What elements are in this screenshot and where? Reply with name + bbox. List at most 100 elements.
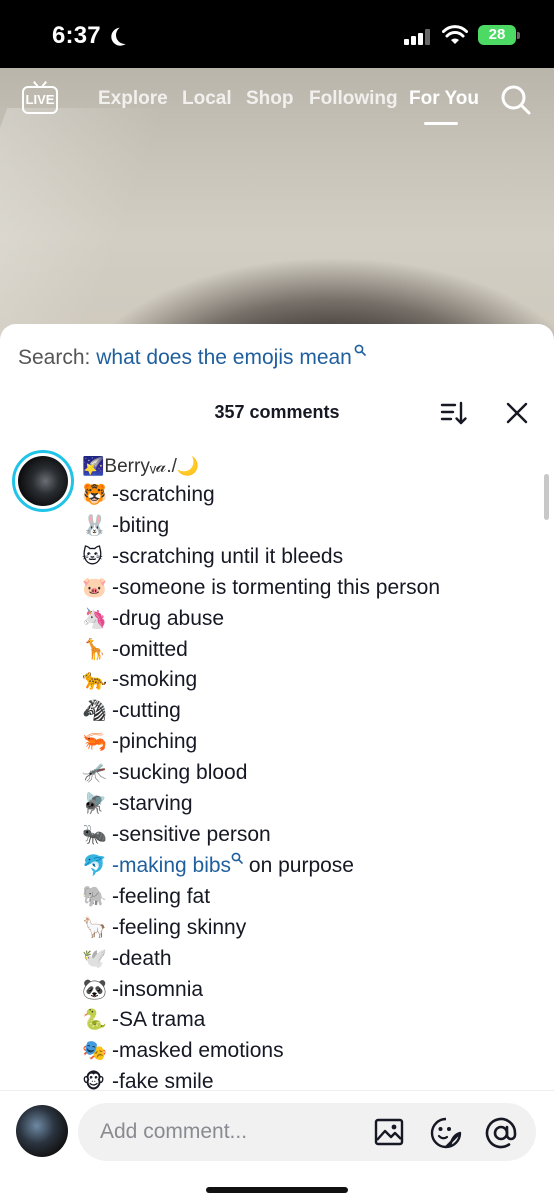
- line-text: -cutting: [112, 699, 181, 723]
- line-text: -scratching until it bleeds: [112, 544, 344, 568]
- battery-icon: 28: [478, 25, 520, 45]
- line-text: -sensitive person: [112, 822, 271, 846]
- line-emoji: 🐍: [82, 1009, 107, 1032]
- line-emoji: 🦐: [82, 731, 107, 754]
- line-text: -sucking blood: [112, 761, 248, 785]
- search-link[interactable]: making bibs: [119, 854, 231, 877]
- comment-line: 🐍 -SA trama: [82, 1005, 542, 1036]
- comment: 🌠Berryᵥ𝒶./🌙 🐯 -scratching 🐰 -biting 🐱 -scratc…: [82, 456, 542, 1098]
- comment-text: 🐯 -scratching 🐰 -biting 🐱 -scratching until i…: [82, 480, 542, 1098]
- comment-line: 🦐 -pinching: [82, 727, 542, 758]
- live-icon[interactable]: LIVE: [22, 86, 58, 114]
- search-label: Search:: [18, 346, 91, 369]
- comment-line: 🦄 -drug abuse: [82, 604, 542, 635]
- comment-line: 🐬 -making bibs on purpose: [82, 851, 542, 882]
- line-emoji: 🪰: [82, 793, 107, 816]
- line-text: -insomnia: [112, 977, 204, 1001]
- username-suffix-emoji: 🌙: [176, 456, 200, 476]
- comments-sheet: Search: what does the emojis mean 357 co…: [0, 324, 554, 1200]
- line-emoji: 🐜: [82, 823, 107, 846]
- line-text: -feeling fat: [112, 884, 211, 908]
- comment-line: 🐷 -someone is tormenting this person: [82, 573, 542, 604]
- line-text: -drug abuse: [112, 606, 225, 630]
- comment-line: 🐯 -scratching: [82, 480, 542, 511]
- comment-line: 🦓 -cutting: [82, 696, 542, 727]
- emoji-icon[interactable]: [430, 1117, 462, 1149]
- tab-shop[interactable]: Shop: [246, 88, 294, 110]
- tab-for-you[interactable]: For You: [409, 88, 479, 110]
- moon-icon: [113, 23, 136, 46]
- avatar[interactable]: [16, 1105, 68, 1157]
- active-tab-indicator: [424, 122, 458, 125]
- line-text-suffix: on purpose: [243, 853, 354, 877]
- line-emoji: 🦒: [82, 638, 107, 661]
- comment-line: 🐰 -biting: [82, 511, 542, 542]
- tab-following[interactable]: Following: [309, 88, 398, 110]
- line-emoji: 🦓: [82, 700, 107, 723]
- line-text: -death: [112, 946, 172, 970]
- line-text: -starving: [112, 792, 193, 816]
- line-emoji: 🐘: [82, 885, 107, 908]
- line-text: -smoking: [112, 668, 198, 692]
- comment-line: 🦟 -sucking blood: [82, 758, 542, 789]
- comment-line: 🐘 -feeling fat: [82, 882, 542, 913]
- comment-line: 🪰 -starving: [82, 789, 542, 820]
- line-text: -biting: [112, 513, 170, 537]
- top-nav: LIVE Explore Local Shop Following For Yo…: [0, 80, 554, 132]
- comment-input-container[interactable]: [78, 1103, 536, 1161]
- comment-line: 🎭 -masked emotions: [82, 1036, 542, 1067]
- comments-count: 357 comments: [214, 402, 340, 422]
- line-text: -feeling skinny: [112, 915, 247, 939]
- search-icon: [231, 852, 243, 864]
- sort-icon[interactable]: [440, 400, 468, 426]
- search-query-link[interactable]: what does the emojis mean: [96, 346, 352, 369]
- close-icon[interactable]: [504, 400, 530, 426]
- signal-icon: [404, 29, 432, 45]
- live-label: LIVE: [25, 92, 55, 107]
- line-text: -someone is tormenting this person: [112, 575, 440, 599]
- wifi-icon: [442, 25, 468, 44]
- comment-username[interactable]: 🌠Berryᵥ𝒶./🌙: [82, 456, 542, 478]
- search-icon: [354, 344, 366, 356]
- mention-icon[interactable]: [484, 1116, 518, 1150]
- line-text: -pinching: [112, 730, 198, 754]
- line-text-prefix: -: [112, 853, 119, 877]
- comment-line: 🦒 -omitted: [82, 635, 542, 666]
- line-emoji: 🐬: [82, 854, 107, 877]
- comment-line: 🦙 -feeling skinny: [82, 913, 542, 944]
- comment-line: 🐆 -smoking: [82, 665, 542, 696]
- status-bar: 6:37 28: [0, 0, 554, 68]
- line-text: -omitted: [112, 637, 188, 661]
- line-emoji: 🐰: [82, 514, 107, 537]
- line-emoji: 🦙: [82, 916, 107, 939]
- line-emoji: 🦄: [82, 607, 107, 630]
- comment-line: 🐱 -scratching until it bleeds: [82, 542, 542, 573]
- tab-explore[interactable]: Explore: [98, 88, 168, 110]
- line-emoji: 🐼: [82, 978, 107, 1001]
- line-emoji: 🕊️: [82, 947, 107, 970]
- line-emoji: 🦟: [82, 762, 107, 785]
- tab-local[interactable]: Local: [182, 88, 232, 110]
- search-icon[interactable]: [500, 84, 532, 116]
- comment-input[interactable]: [100, 1117, 360, 1147]
- home-indicator: [206, 1187, 348, 1193]
- image-icon[interactable]: [374, 1118, 404, 1146]
- line-text: -SA trama: [112, 1008, 206, 1032]
- line-emoji: 🐷: [82, 576, 107, 599]
- comment-line: 🐜 -sensitive person: [82, 820, 542, 851]
- line-text: -masked emotions: [112, 1039, 284, 1063]
- status-time: 6:37: [52, 22, 101, 49]
- search-suggestion[interactable]: Search: what does the emojis mean: [18, 344, 366, 370]
- line-emoji: 🎭: [82, 1040, 107, 1063]
- line-text: -scratching: [112, 483, 215, 506]
- line-emoji: 🐱: [82, 545, 103, 568]
- comment-line: 🕊️ -death: [82, 944, 542, 975]
- username-text: Berryᵥ𝒶./: [104, 456, 177, 477]
- line-emoji: 🐯: [82, 484, 107, 506]
- avatar[interactable]: [12, 450, 74, 512]
- comment-line: 🐼 -insomnia: [82, 975, 542, 1006]
- comment-input-bar: [0, 1090, 554, 1200]
- username-prefix-emoji: 🌠: [82, 456, 105, 476]
- line-emoji: 🐆: [82, 669, 107, 692]
- scrollbar[interactable]: [544, 474, 549, 520]
